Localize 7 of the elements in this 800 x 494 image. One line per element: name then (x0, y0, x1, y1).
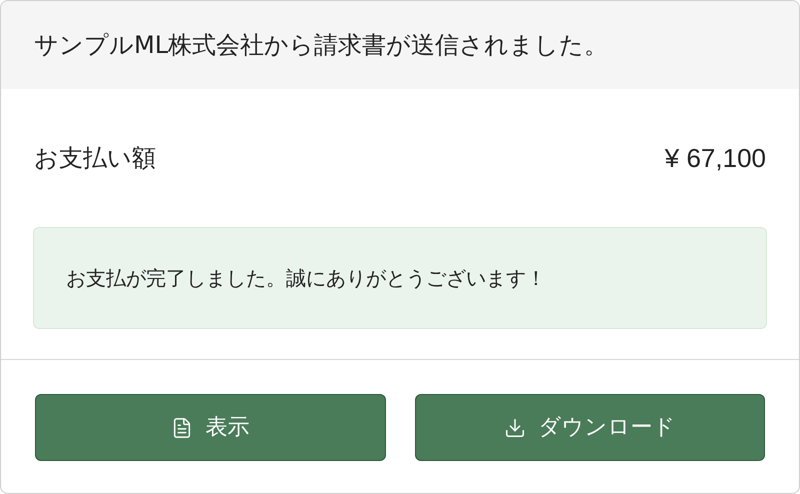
download-button[interactable]: ダウンロード (414, 394, 765, 461)
view-button[interactable]: 表示 (35, 394, 386, 461)
header-title: サンプルML株式会社から請求書が送信されました。 (34, 30, 608, 61)
download-icon (504, 416, 526, 438)
alert-message: お支払が完了しました。誠にありがとうございます！ (66, 265, 546, 292)
amount-label: お支払い額 (34, 143, 156, 174)
amount-value: ¥ 67,100 (664, 142, 766, 174)
